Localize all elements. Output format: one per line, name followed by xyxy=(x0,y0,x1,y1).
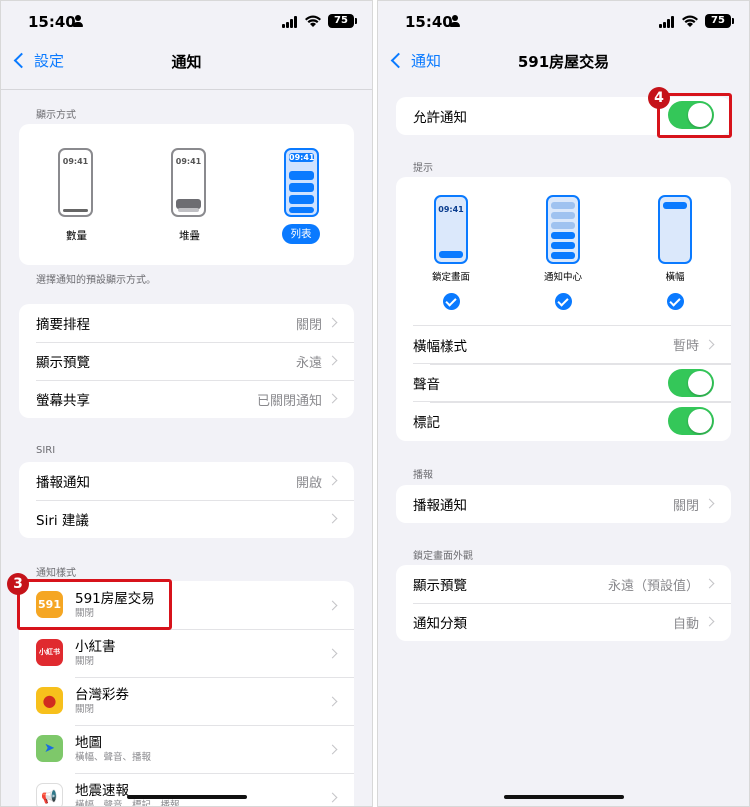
notification-center-checkmark-icon[interactable] xyxy=(555,293,572,310)
wifi-icon xyxy=(682,15,698,27)
app-row-xiaohongshu[interactable]: 小紅书 小紅書 關閉 xyxy=(19,629,354,677)
status-bar: 15:40 75 xyxy=(1,11,372,35)
chevron-right-icon xyxy=(704,498,715,509)
count-style-label: 數量 xyxy=(66,230,87,242)
chevron-right-icon xyxy=(327,696,338,707)
person-icon xyxy=(73,15,83,27)
app-row-taiwan-lottery[interactable]: ● 台灣彩券 關閉 xyxy=(19,677,354,725)
stack-style-label: 堆疊 xyxy=(179,230,200,242)
notification-center-preview[interactable] xyxy=(546,195,580,264)
display-style-picker: 09:41 數量 09:41 堆疊 09:41 列表 xyxy=(19,124,354,265)
cellular-signal-icon xyxy=(659,16,675,28)
notifications-settings-screen: 15:40 75 設定 通知 顯示方式 09:41 數量 09:41 堆疊 09… xyxy=(0,0,373,807)
battery-icon: 75 xyxy=(705,14,734,28)
alerts-card: 09:41 鎖定畫面 通知中心 橫幅 橫幅樣式 暫時 聲音 標記 xyxy=(396,177,731,441)
step-badge: 3 xyxy=(7,573,29,595)
show-previews-row[interactable]: 顯示預覽 永遠 xyxy=(19,342,354,380)
chevron-right-icon xyxy=(704,616,715,627)
taiwan-lottery-icon: ● xyxy=(36,687,63,714)
chevron-right-icon xyxy=(327,600,338,611)
banner-style-row[interactable]: 橫幅樣式 暫時 xyxy=(413,325,731,363)
banner-label: 橫幅 xyxy=(665,272,685,283)
announce-section-header: 播報 xyxy=(413,470,433,481)
status-time: 15:40 xyxy=(28,13,76,31)
app-row-maps[interactable]: ➤ 地圖 橫幅、聲音、播報 xyxy=(19,725,354,773)
nav-divider xyxy=(1,89,372,90)
list-style-selected-label[interactable]: 列表 xyxy=(282,224,320,244)
banner-checkmark-icon[interactable] xyxy=(667,293,684,310)
navigation-bar: 設定 通知 xyxy=(1,46,372,78)
app-notification-detail-screen: 15:40 75 通知 591房屋交易 允許通知 4 提示 09:41 鎖定畫面 xyxy=(377,0,750,807)
page-title: 通知 xyxy=(171,53,202,71)
app-row-earthquake-alert[interactable]: 📢 地震速報 橫幅、聲音、標記、播報 xyxy=(19,773,354,806)
chevron-right-icon xyxy=(327,475,338,486)
general-settings-list: 摘要排程 關閉 顯示預覽 永遠 螢幕共享 已關閉通知 xyxy=(19,304,354,418)
megaphone-icon: 📢 xyxy=(36,783,63,806)
chevron-right-icon xyxy=(327,744,338,755)
chevron-right-icon xyxy=(327,648,338,659)
maps-icon: ➤ xyxy=(36,735,63,762)
status-bar: 15:40 75 xyxy=(378,11,749,35)
list-style-preview[interactable]: 09:41 xyxy=(284,148,319,217)
xiaohongshu-icon: 小紅书 xyxy=(36,639,63,666)
wifi-icon xyxy=(305,15,321,27)
announce-card: 播報通知 關閉 xyxy=(396,485,731,523)
display-section-header: 顯示方式 xyxy=(36,110,76,121)
chevron-right-icon xyxy=(327,355,338,366)
chevron-right-icon xyxy=(704,339,715,350)
siri-suggestions-row[interactable]: Siri 建議 xyxy=(19,500,354,538)
banner-preview[interactable] xyxy=(658,195,692,264)
home-indicator xyxy=(503,795,624,799)
navigation-bar: 通知 591房屋交易 xyxy=(378,46,749,78)
announce-notifications-row[interactable]: 播報通知 開啟 xyxy=(19,462,354,500)
highlight-box xyxy=(17,579,172,630)
status-time: 15:40 xyxy=(405,13,453,31)
siri-settings-list: 播報通知 開啟 Siri 建議 xyxy=(19,462,354,538)
chevron-right-icon xyxy=(327,317,338,328)
chevron-right-icon xyxy=(327,513,338,524)
battery-icon: 75 xyxy=(328,14,357,28)
sounds-toggle[interactable] xyxy=(668,369,714,397)
person-icon xyxy=(450,15,460,27)
badges-toggle[interactable] xyxy=(668,407,714,435)
show-previews-row[interactable]: 顯示預覽 永遠（預設值） xyxy=(396,565,731,603)
notification-center-label: 通知中心 xyxy=(543,272,582,283)
stack-style-preview[interactable]: 09:41 xyxy=(171,148,206,217)
display-section-footer: 選擇通知的預設顯示方式。 xyxy=(36,275,156,286)
lock-screen-label: 鎖定畫面 xyxy=(431,272,470,283)
notification-grouping-row[interactable]: 通知分類 自動 xyxy=(396,603,731,641)
lock-screen-preview[interactable]: 09:41 xyxy=(434,195,468,264)
notification-style-header: 通知樣式 xyxy=(36,568,76,579)
chevron-right-icon xyxy=(327,393,338,404)
scheduled-summary-row[interactable]: 摘要排程 關閉 xyxy=(19,304,354,342)
badges-row: 標記 xyxy=(413,401,731,439)
screen-sharing-row[interactable]: 螢幕共享 已關閉通知 xyxy=(19,380,354,418)
chevron-right-icon xyxy=(327,792,338,803)
page-title: 591房屋交易 xyxy=(517,53,610,71)
home-indicator xyxy=(126,795,247,799)
lock-screen-appearance-card: 顯示預覽 永遠（預設值） 通知分類 自動 xyxy=(396,565,731,641)
siri-section-header: SIRI xyxy=(36,445,56,456)
count-style-preview[interactable]: 09:41 xyxy=(58,148,93,217)
step-badge: 4 xyxy=(648,87,670,109)
alerts-section-header: 提示 xyxy=(413,163,433,174)
cellular-signal-icon xyxy=(282,16,298,28)
lock-screen-appearance-header: 鎖定畫面外觀 xyxy=(413,551,473,562)
lock-screen-checkmark-icon[interactable] xyxy=(443,293,460,310)
chevron-right-icon xyxy=(704,578,715,589)
announce-notifications-row[interactable]: 播報通知 關閉 xyxy=(396,485,731,523)
sounds-row: 聲音 xyxy=(413,363,731,401)
